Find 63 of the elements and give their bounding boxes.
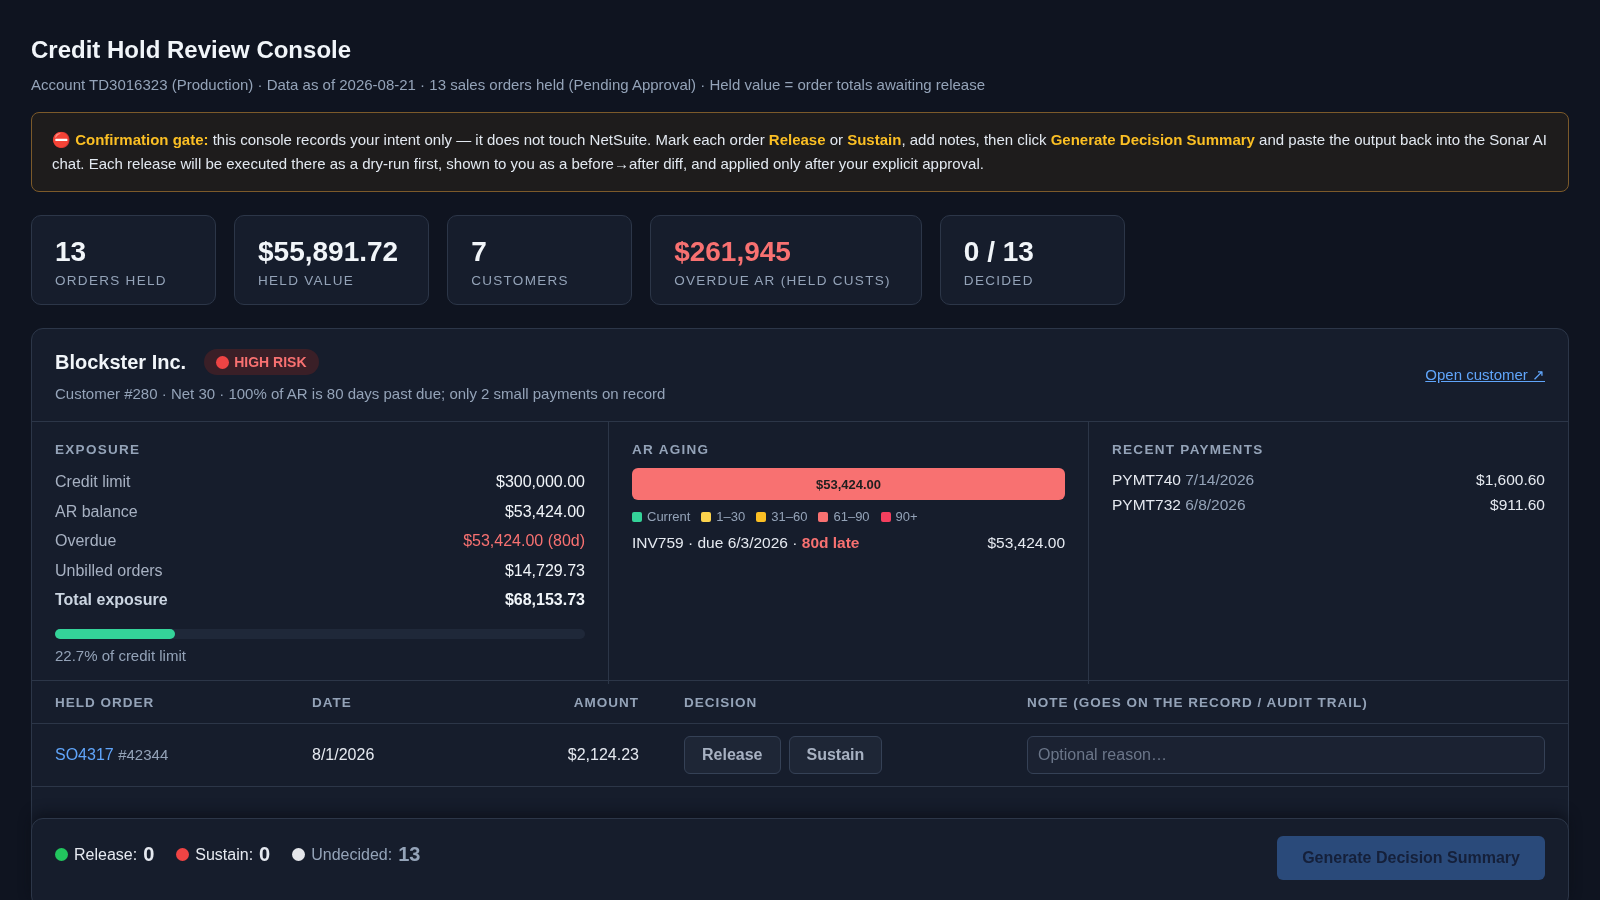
exposure-label: Overdue	[55, 531, 117, 551]
payment-amount: $911.60	[1490, 495, 1545, 515]
exposure-label: Unbilled orders	[55, 560, 163, 581]
stat-value: 13	[55, 236, 88, 268]
exposure-value: $68,153.73	[504, 590, 585, 610]
stat-value: $55,891.72	[258, 236, 399, 268]
column-header: DECISION	[683, 694, 759, 710]
exposure-value: $53,424.00	[504, 501, 585, 522]
stat-value: 7	[471, 236, 488, 268]
invoice-text: INV759 · due 6/3/2026 · 80d late	[632, 534, 860, 552]
invoice-amount: $53,424.00	[987, 534, 1065, 552]
table-cell-text: $2,124.23	[566, 746, 639, 764]
legend-label: 1–30	[716, 509, 746, 524]
column-header: HELD ORDER	[55, 694, 156, 710]
exposure-value: $53,424.00 (80d)	[463, 531, 585, 551]
payment-id: PYMT732	[1112, 496, 1181, 513]
customer-details: Customer #280 · Net 30 · 100% of AR is 80 days past due; only 2 small payments on record	[55, 385, 666, 402]
stat-label: ORDERS HELD	[55, 273, 168, 288]
stat-label: CUSTOMERS	[471, 273, 570, 288]
customer-name: Blockster Inc.	[55, 350, 187, 374]
column-header: AMOUNT	[572, 694, 639, 710]
tally-count: 0	[259, 843, 271, 866]
meter-caption: 22.7% of credit limit	[55, 646, 187, 664]
note-field[interactable]: Optional reason…	[1027, 736, 1545, 774]
order-link[interactable]: SO4317	[55, 746, 114, 763]
aging-bar-segment: $53,424.00	[632, 468, 1065, 500]
stat-value: 0 / 13	[963, 236, 1035, 268]
risk-badge: HIGH RISK	[204, 349, 319, 375]
section-heading: EXPOSURE	[55, 442, 142, 457]
column-header: DATE	[312, 694, 353, 710]
legend-label: Current	[647, 509, 691, 524]
decision-button[interactable]: Sustain	[788, 736, 883, 774]
page-subtitle: Account TD3016323 (Production) · Data as of 2026-08-21 · 13 sales orders held (Pending Approval) · Held value = order totals awaiting release	[31, 76, 987, 93]
exposure-label: Credit limit	[55, 472, 131, 492]
tally-count: 0	[143, 843, 155, 866]
payment-id: PYMT740	[1112, 471, 1181, 488]
payment-date: 7/14/2026	[1185, 471, 1255, 488]
stat-label: DECIDED	[963, 273, 1035, 288]
page-title: Credit Hold Review Console	[31, 36, 353, 64]
payment-amount: $1,600.60	[1476, 470, 1545, 490]
decision-button[interactable]: Release	[684, 736, 781, 774]
legend-label: 61–90	[833, 509, 870, 524]
table-cell-text: 8/1/2026	[312, 746, 376, 764]
order-ref: #42344	[118, 746, 169, 763]
payment-date: 6/8/2026	[1185, 496, 1246, 513]
legend-label: 31–60	[771, 509, 808, 524]
tally-label: Undecided:	[311, 845, 393, 864]
exposure-label: Total exposure	[55, 590, 168, 610]
exposure-value: $300,000.00	[496, 472, 585, 492]
tally-label: Sustain:	[195, 845, 254, 864]
notice-banner: ⛔ Confirmation gate: this console records your intent only — it does not touch NetSuite. Mark each order Release or Sustain, add notes, then click Generate Decision Summary and paste the output back into the Sonar AI chat. Each release will be executed there as a dry-run first, shown to you as a before→after diff, and applied only after your explicit approval.	[31, 112, 1569, 192]
tally-label: Release:	[74, 845, 138, 864]
stat-label: HELD VALUE	[258, 273, 356, 288]
exposure-value: $14,729.73	[504, 560, 585, 581]
open-customer-link[interactable]: Open customer ↗	[1425, 366, 1545, 384]
exposure-label: AR balance	[55, 501, 138, 522]
column-header: NOTE (GOES ON THE RECORD / AUDIT TRAIL)	[1027, 694, 1369, 710]
stat-value: $261,945	[674, 236, 792, 268]
section-heading: AR AGING	[632, 442, 711, 457]
stat-label: OVERDUE AR (HELD CUSTS)	[674, 273, 891, 288]
tally-count: 13	[398, 843, 421, 866]
legend-label: 90+	[895, 509, 918, 524]
section-heading: RECENT PAYMENTS	[1112, 442, 1265, 457]
